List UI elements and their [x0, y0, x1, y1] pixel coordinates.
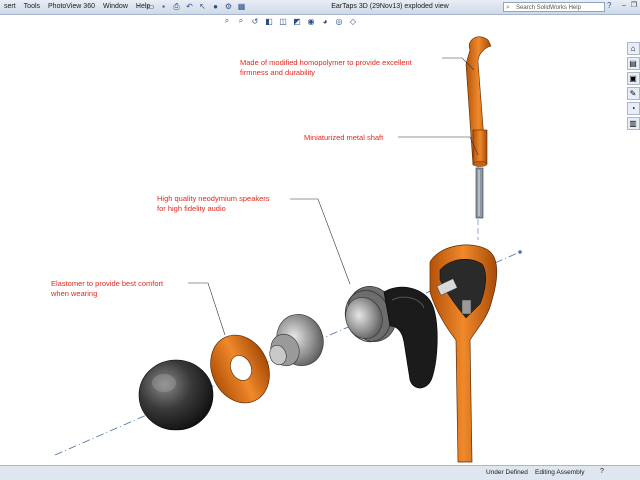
hide-show-icon[interactable]: ◉	[306, 17, 316, 26]
callout-homopolymer: Made of modified homopolymer to provide …	[240, 58, 412, 78]
menu-insert[interactable]: sert	[0, 0, 20, 14]
top-toolbar: sert Tools PhotoView 360 Window Help ▫ ▭…	[0, 0, 640, 15]
print-icon[interactable]: ⎙	[171, 1, 182, 12]
select-icon[interactable]: ↖	[197, 1, 208, 12]
search-input[interactable]: ⌕ Search SolidWorks Help	[503, 2, 605, 12]
zoom-fit-icon[interactable]: ⌕	[222, 16, 232, 26]
display-style-icon[interactable]: ◩	[292, 17, 302, 26]
search-placeholder: Search SolidWorks Help	[516, 5, 581, 11]
quick-access-toolbar: ▫ ▭ ▪ ⎙ ↶ ↖ ● ⚙ ▦	[132, 1, 247, 13]
view-orientation-icon[interactable]: ◫	[278, 17, 288, 26]
callout-speaker: High quality neodymium speakers for high…	[157, 194, 270, 214]
status-bar: Under Defined Editing Assembly ?	[0, 465, 640, 480]
view-icon[interactable]: ▦	[236, 1, 247, 12]
help-icon[interactable]: ?	[607, 1, 611, 10]
menu-photoview[interactable]: PhotoView 360	[44, 0, 99, 14]
callout-speaker-line1: High quality neodymium speakers	[157, 194, 270, 203]
previous-view-icon[interactable]: ↺	[250, 17, 260, 26]
callout-shaft-line1: Miniaturized metal shaft	[304, 133, 384, 142]
search-icon: ⌕	[506, 4, 510, 11]
section-view-icon[interactable]: ◧	[264, 17, 274, 26]
window-buttons: – ❐	[620, 1, 638, 11]
metal-shaft[interactable]	[475, 167, 484, 219]
rebuild-icon[interactable]: ●	[210, 1, 221, 12]
callout-speaker-line2: for high fidelity audio	[157, 204, 226, 213]
undo-icon[interactable]: ↶	[184, 1, 195, 12]
heads-up-toolbar: ⌕ ⌕ ↺ ◧ ◫ ◩ ◉ ◕ ◎ ◇	[222, 15, 358, 27]
callout-elastomer: Elastomer to provide best comfort when w…	[51, 279, 163, 299]
menu-window[interactable]: Window	[99, 0, 132, 14]
menu-tools[interactable]: Tools	[20, 0, 44, 14]
outer-shell[interactable]	[429, 244, 498, 463]
view-settings-icon[interactable]: ◇	[348, 17, 358, 26]
document-title: EarTaps 3D (29Nov13) exploded view	[331, 3, 449, 10]
status-mode: Editing Assembly	[535, 469, 585, 476]
graphics-area[interactable]	[0, 28, 640, 466]
options-icon[interactable]: ⚙	[223, 1, 234, 12]
scene-icon[interactable]: ◎	[334, 17, 344, 26]
callout-elastomer-line2: when wearing	[51, 289, 98, 298]
inner-housing[interactable]	[383, 286, 438, 389]
stem-part[interactable]	[465, 36, 492, 167]
zoom-area-icon[interactable]: ⌕	[236, 16, 246, 26]
new-icon[interactable]: ▫	[132, 1, 143, 12]
status-definition: Under Defined	[486, 469, 528, 476]
restore-icon[interactable]: ❐	[630, 1, 638, 11]
axis-end-point	[518, 250, 522, 254]
callout-homopolymer-line2: firmness and durability	[240, 68, 316, 77]
callout-shaft: Miniaturized metal shaft	[304, 133, 383, 143]
speaker-nozzle[interactable]	[266, 308, 330, 373]
minimize-icon[interactable]: –	[620, 1, 628, 11]
ear-tip[interactable]	[138, 359, 214, 431]
callout-elastomer-line1: Elastomer to provide best comfort	[51, 279, 164, 288]
open-icon[interactable]: ▭	[145, 1, 156, 12]
edit-appearance-icon[interactable]: ◕	[320, 17, 330, 26]
callout-homopolymer-line1: Made of modified homopolymer to provide …	[240, 58, 412, 67]
status-help-icon[interactable]: ?	[600, 468, 604, 475]
save-icon[interactable]: ▪	[158, 1, 169, 12]
